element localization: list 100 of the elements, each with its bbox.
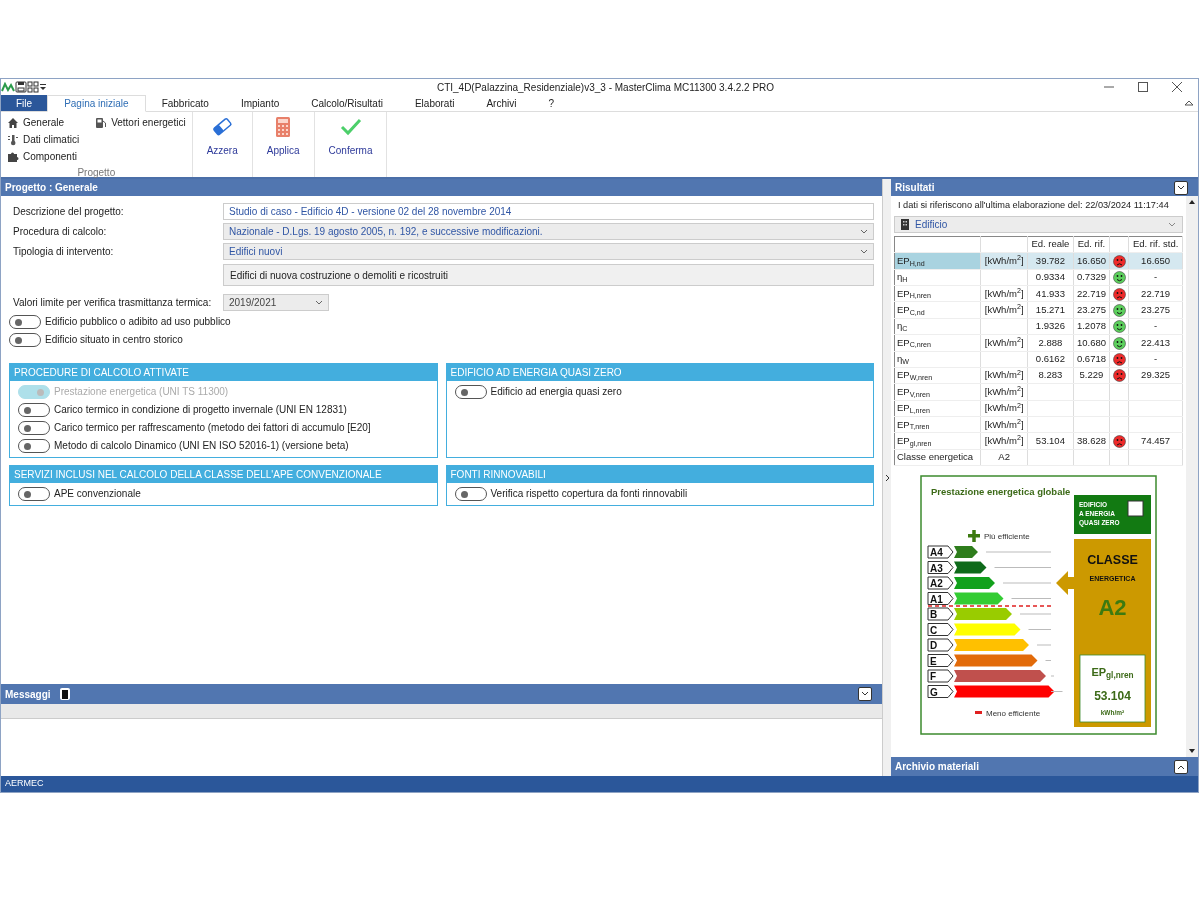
- class-label: B: [927, 607, 954, 621]
- table-cell: [kWh/m$^{2}$]: [980, 301, 1028, 319]
- column-header: Ed. rif.: [1073, 236, 1110, 253]
- dropdown-caret-icon[interactable]: [39, 83, 47, 91]
- column-header: Ed. rif. std.: [1128, 236, 1183, 253]
- expand-button[interactable]: [1174, 759, 1188, 774]
- table-cell: η$_{W}$: [894, 351, 981, 368]
- table-cell: 5.229: [1073, 367, 1110, 384]
- table-cell: 0.7329: [1073, 269, 1110, 286]
- table-cell: 2.888: [1027, 334, 1074, 352]
- close-icon[interactable]: [1172, 82, 1182, 92]
- class-label: F: [927, 669, 954, 683]
- table-cell: 74.457: [1128, 433, 1183, 450]
- ribbon-button[interactable]: Conferma: [320, 114, 381, 160]
- chevron-down-icon: [860, 248, 868, 255]
- chevron-up-icon: [1177, 763, 1185, 770]
- ribbon-tab[interactable]: Elaborati: [398, 95, 471, 111]
- panel-header: Archivio materiali: [891, 757, 1198, 776]
- chevron-down-icon: [1168, 222, 1176, 229]
- ribbon-tab[interactable]: Pagina iniziale: [47, 95, 146, 112]
- table-cell: EP$_{H,nren}$: [894, 285, 981, 302]
- column-header: Ed. reale: [1027, 236, 1074, 253]
- text-field[interactable]: Studio di caso - Edificio 4D - versione 02 del 28 novembre 2014: [223, 203, 874, 220]
- dropdown-field[interactable]: Nazionale - D.Lgs. 19 agosto 2005, n. 192, e successive modificazioni.: [223, 223, 874, 240]
- table-cell: η$_{C}$: [894, 318, 981, 335]
- dropdown-field[interactable]: 2019/2021: [223, 294, 329, 311]
- table-cell: 22.719: [1128, 285, 1183, 302]
- collapse-ribbon-icon[interactable]: [1184, 99, 1194, 107]
- table-cell: EP$_{gl,nren}$: [894, 433, 981, 450]
- toggle-label: Edificio ad energia quasi zero: [490, 385, 622, 399]
- table-cell: -: [1128, 318, 1183, 335]
- section-header: SERVIZI INCLUSI NEL CALCOLO DELLA CLASSE DELL'APE CONVENZIONALE: [10, 466, 437, 483]
- table-cell: 0.6162: [1027, 351, 1074, 368]
- table-cell: [kWh/m$^{2}$]: [980, 367, 1028, 384]
- dropdown-field[interactable]: Edificio: [894, 215, 1183, 233]
- ribbon-item[interactable]: Componenti: [7, 148, 80, 165]
- section-header: FONTI RINNOVABILI: [446, 466, 873, 483]
- ribbon-item[interactable]: Dati climatici: [7, 131, 80, 148]
- table-cell: EP$_{C,nren}$: [894, 334, 981, 352]
- table-cell: 22.413: [1128, 334, 1183, 352]
- table-cell: 41.933: [1027, 285, 1074, 302]
- table-cell: 53.104: [1027, 433, 1074, 450]
- file-menu-button[interactable]: File: [1, 95, 48, 111]
- clipboard-icon[interactable]: [58, 687, 71, 701]
- label-title: Prestazione energetica globale: [931, 486, 1071, 498]
- section-header: EDIFICIO AD ENERGIA QUASI ZERO: [446, 364, 873, 381]
- ribbon-item[interactable]: Generale: [7, 114, 80, 131]
- fuel-pump-icon: [95, 116, 108, 129]
- class-title: CLASSE: [1087, 553, 1138, 568]
- table-cell: 23.275: [1128, 301, 1183, 319]
- table-cell: 38.628: [1073, 433, 1110, 450]
- table-cell: [kWh/m$^{2}$]: [980, 383, 1028, 401]
- ribbon-item[interactable]: Vettori energetici: [95, 114, 186, 131]
- table-cell: -: [1128, 269, 1183, 286]
- ribbon-tab[interactable]: Calcolo/Risultati: [295, 95, 399, 111]
- collapse-button[interactable]: [858, 687, 872, 701]
- save-icon[interactable]: [15, 81, 27, 93]
- table-cell: EP$_{V,nren}$: [894, 383, 981, 401]
- table-cell: EP$_{W,nren}$: [894, 367, 981, 384]
- field-label: Descrizione del progetto:: [13, 205, 125, 219]
- ribbon-tab[interactable]: Impianto: [224, 95, 296, 111]
- table-cell: 1.2078: [1073, 318, 1110, 335]
- toggle-label: Carico termico in condizione di progetto invernale (UNI EN 12831): [54, 403, 347, 417]
- ribbon-tab[interactable]: Fabbricato: [145, 95, 225, 111]
- toggle-label: Metodo di calcolo Dinamico (UNI EN ISO 52016-1) (versione beta): [54, 439, 349, 453]
- table-cell: [kWh/m$^{2}$]: [980, 400, 1028, 417]
- window-title: CTI_4D(Palazzina_Residenziale)v3_3 - MasterClima MC11300 3.4.2.2 PRO: [435, 80, 776, 95]
- table-cell: 8.283: [1027, 367, 1074, 384]
- class-label: D: [927, 638, 954, 652]
- toggle-label: APE convenzionale: [54, 487, 141, 501]
- home-icon: [7, 116, 19, 129]
- ribbon-tab[interactable]: Archivi: [470, 95, 533, 111]
- table-cell: 0.9334: [1027, 269, 1074, 286]
- table-cell: 23.275: [1073, 301, 1110, 319]
- ribbon-button[interactable]: Azzera: [198, 114, 246, 160]
- ribbon-button[interactable]: Applica: [258, 114, 308, 160]
- dropdown-field[interactable]: Edifici nuovi: [223, 243, 874, 260]
- table-cell: Classe energetica: [894, 449, 981, 466]
- group-label: Progetto: [76, 166, 117, 180]
- table-cell: 15.271: [1027, 301, 1074, 319]
- table-cell: 29.325: [1128, 367, 1183, 384]
- chevron-down-icon: [1177, 184, 1185, 191]
- ribbon-tab[interactable]: ?: [532, 95, 570, 111]
- field-label: Valori limite per verifica trasmittanza termica:: [13, 296, 213, 310]
- chevron-down-icon: [315, 299, 323, 306]
- panel-header: Progetto : Generale: [1, 179, 882, 196]
- thermometer-icon: [7, 133, 19, 146]
- collapse-button[interactable]: [1174, 180, 1188, 195]
- toggle-label: Edificio pubblico o adibito ad uso pubblico: [45, 315, 231, 329]
- grid-icon[interactable]: [27, 81, 39, 93]
- table-cell: [kWh/m$^{2}$]: [980, 285, 1028, 302]
- table-cell: EP$_{T,nren}$: [894, 416, 981, 433]
- info-text: Edifici di nuova costruzione o demoliti e ricostruiti: [223, 264, 874, 286]
- class-label: A2: [927, 576, 954, 590]
- app-logo-icon[interactable]: [1, 82, 15, 92]
- scale-caption: Più efficiente: [984, 532, 1030, 542]
- maximize-icon[interactable]: [1138, 82, 1148, 92]
- chevron-down-icon: [860, 228, 868, 235]
- table-cell: [kWh/m$^{2}$]: [980, 334, 1028, 352]
- table-cell: η$_{H}$: [894, 269, 981, 286]
